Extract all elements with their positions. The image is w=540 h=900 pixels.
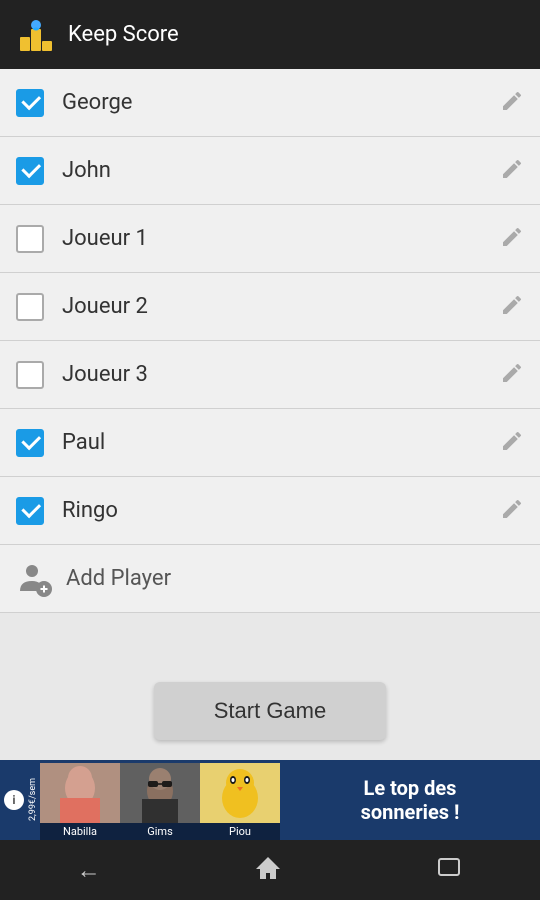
player-checkbox[interactable] bbox=[16, 157, 44, 185]
player-checkbox[interactable] bbox=[16, 361, 44, 389]
player-row[interactable]: Paul bbox=[0, 409, 540, 477]
add-player-row[interactable]: Add Player bbox=[0, 545, 540, 613]
player-checkbox[interactable] bbox=[16, 429, 44, 457]
player-checkbox[interactable] bbox=[16, 293, 44, 321]
player-name: George bbox=[62, 90, 500, 115]
player-checkbox[interactable] bbox=[16, 89, 44, 117]
edit-player-button[interactable] bbox=[500, 157, 524, 185]
ad-thumb-nabilla: Nabilla bbox=[40, 760, 120, 840]
edit-player-button[interactable] bbox=[500, 497, 524, 525]
player-row[interactable]: Joueur 2 bbox=[0, 273, 540, 341]
edit-player-button[interactable] bbox=[500, 225, 524, 253]
ad-thumb-label-nabilla: Nabilla bbox=[40, 823, 120, 840]
player-name: Ringo bbox=[62, 498, 500, 523]
ad-thumb-label-piou: Piou bbox=[200, 823, 280, 840]
app-title: Keep Score bbox=[68, 22, 179, 47]
player-name: Joueur 1 bbox=[62, 226, 500, 251]
header: Keep Score bbox=[0, 0, 540, 69]
edit-player-button[interactable] bbox=[500, 89, 524, 117]
player-row[interactable]: John bbox=[0, 137, 540, 205]
home-button[interactable] bbox=[234, 843, 302, 897]
ad-price: 2,99€/sem bbox=[28, 778, 38, 821]
edit-player-button[interactable] bbox=[500, 293, 524, 321]
edit-player-button[interactable] bbox=[500, 429, 524, 457]
ad-thumb-label-gims: Gims bbox=[120, 823, 200, 840]
player-checkbox[interactable] bbox=[16, 225, 44, 253]
ad-thumb-piou: Piou bbox=[200, 760, 280, 840]
ad-text-area: Le top dessonneries ! bbox=[280, 768, 540, 832]
players-container: George John Joueur 1 Joueur 2 Joueur 3 P… bbox=[0, 69, 540, 545]
start-game-area: Start Game bbox=[0, 662, 540, 760]
back-button[interactable]: ← bbox=[57, 846, 121, 895]
player-name: Joueur 3 bbox=[62, 362, 500, 387]
player-row[interactable]: Joueur 1 bbox=[0, 205, 540, 273]
add-player-icon bbox=[16, 561, 52, 597]
app-icon bbox=[16, 15, 56, 55]
ad-info-icon: i bbox=[4, 790, 24, 810]
player-name: John bbox=[62, 158, 500, 183]
edit-player-button[interactable] bbox=[500, 361, 524, 389]
player-list: George John Joueur 1 Joueur 2 Joueur 3 P… bbox=[0, 69, 540, 700]
start-game-button[interactable]: Start Game bbox=[154, 682, 386, 740]
player-name: Paul bbox=[62, 430, 500, 455]
ad-thumb-gims: Gims bbox=[120, 760, 200, 840]
player-name: Joueur 2 bbox=[62, 294, 500, 319]
player-row[interactable]: Ringo bbox=[0, 477, 540, 545]
ad-text-content: Le top dessonneries ! bbox=[361, 776, 460, 824]
player-row[interactable]: Joueur 3 bbox=[0, 341, 540, 409]
ad-banner: i 2,99€/sem Nabilla Gims bbox=[0, 760, 540, 840]
player-row[interactable]: George bbox=[0, 69, 540, 137]
recents-button[interactable] bbox=[415, 843, 483, 897]
player-checkbox[interactable] bbox=[16, 497, 44, 525]
navigation-bar: ← bbox=[0, 840, 540, 900]
add-player-label: Add Player bbox=[66, 566, 171, 591]
